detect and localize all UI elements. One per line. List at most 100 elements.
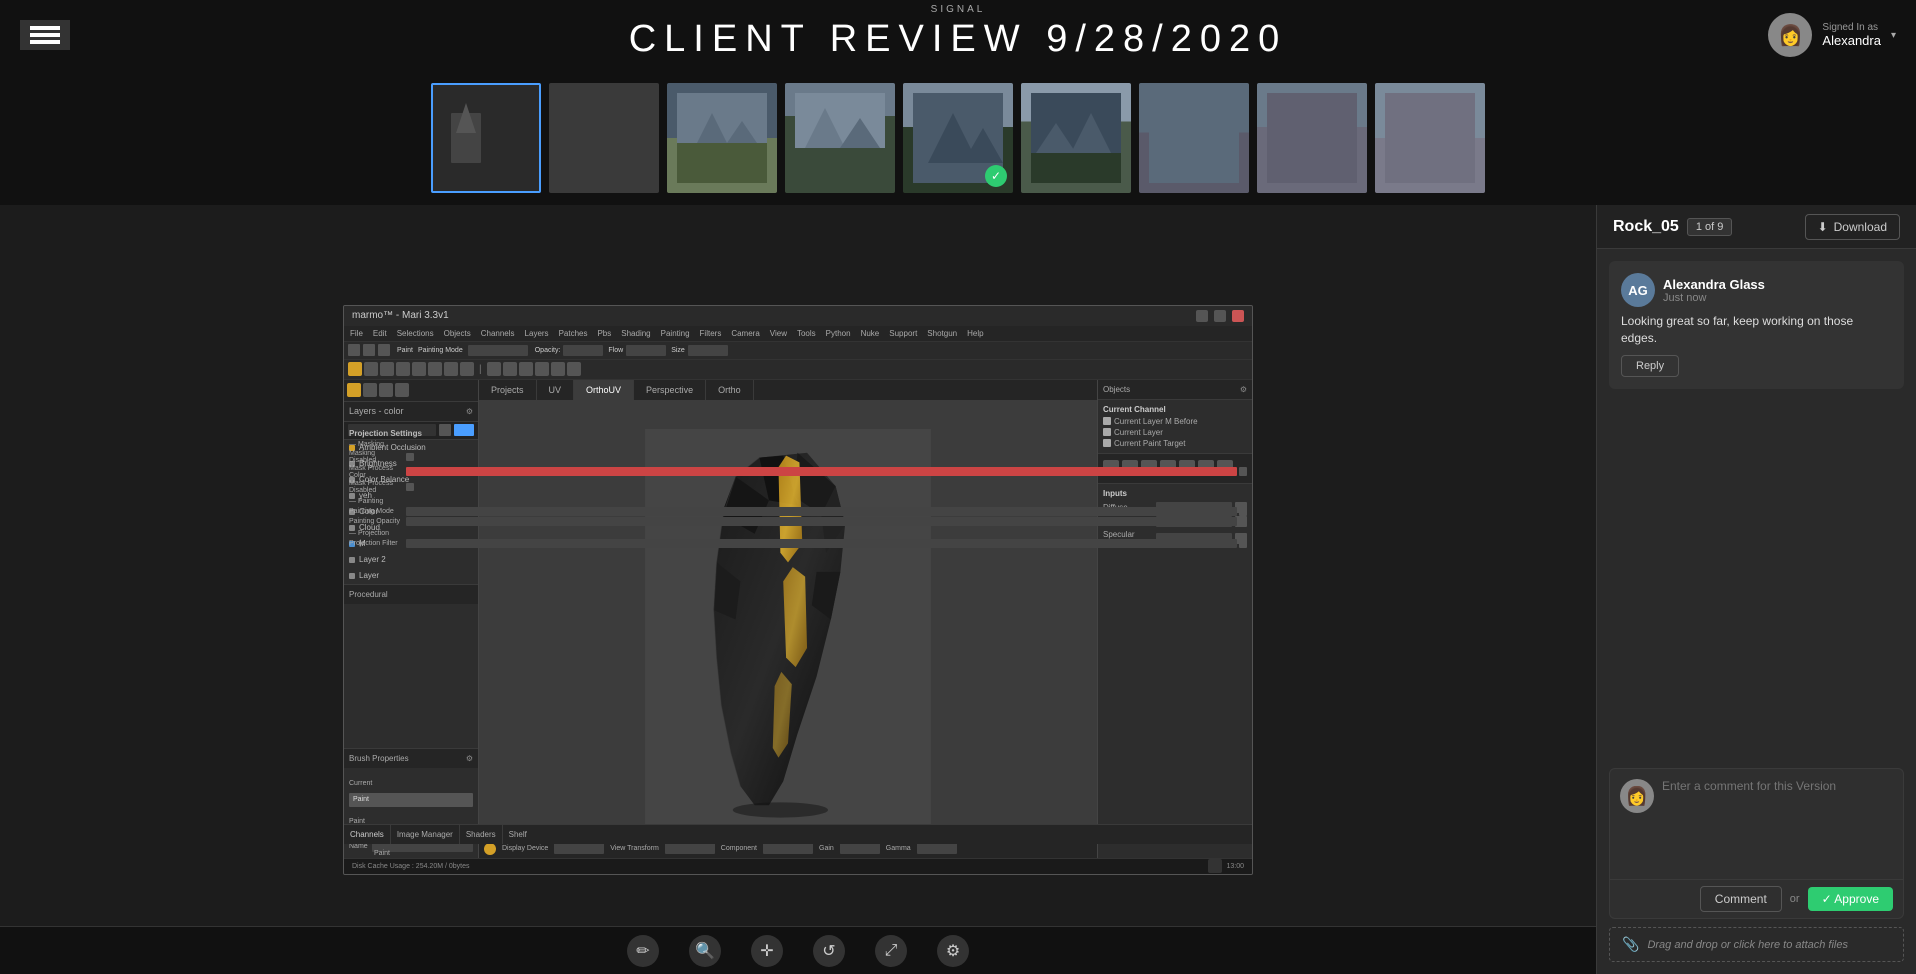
download-button[interactable]: ⬇ Download (1805, 214, 1900, 240)
user-section[interactable]: 👩 Signed In as Alexandra ▾ (1768, 13, 1896, 57)
menu-shotgun[interactable]: Shotgun (927, 329, 957, 338)
menu-help[interactable]: Help (967, 329, 983, 338)
component-select[interactable] (763, 843, 813, 854)
component-label: Component (721, 845, 757, 852)
flatten-tool[interactable] (428, 362, 442, 376)
eraser-tool[interactable] (380, 362, 394, 376)
menu-painting[interactable]: Painting (661, 329, 690, 338)
view-transform-select[interactable] (665, 843, 715, 854)
user-info: Signed In as Alexandra (1822, 22, 1881, 48)
thumbnail-3[interactable] (667, 83, 777, 193)
tool-new[interactable] (348, 344, 360, 356)
maximize-btn[interactable] (1214, 310, 1226, 322)
brush-tool[interactable] (364, 362, 378, 376)
comment-time: Just now (1663, 292, 1765, 304)
thumbnail-6[interactable] (1021, 83, 1131, 193)
transform-tool[interactable] (460, 362, 474, 376)
commenter-avatar: AG (1621, 273, 1655, 307)
refresh-tool-btn[interactable]: ↺ (813, 935, 845, 967)
search-tool-btn[interactable]: 🔍 (689, 935, 721, 967)
color-swatch[interactable] (348, 362, 362, 376)
thumbnail-5[interactable]: ✓ (903, 83, 1013, 193)
thumbnail-9[interactable] (1375, 83, 1485, 193)
menu-tools[interactable]: Tools (797, 329, 816, 338)
search-icon: 🔍 (695, 941, 715, 961)
layer-tool-2[interactable] (379, 383, 393, 397)
comment-item: AG Alexandra Glass Just now Looking grea… (1609, 261, 1904, 389)
tab-perspective[interactable]: Perspective (634, 380, 706, 400)
menu-shading[interactable]: Shading (621, 329, 650, 338)
painting-mode-dropdown[interactable] (468, 345, 528, 356)
additional-tool-1[interactable] (487, 362, 501, 376)
comment-thread: AG Alexandra Glass Just now Looking grea… (1597, 249, 1916, 768)
menu-python[interactable]: Python (826, 329, 851, 338)
additional-tool-2[interactable] (503, 362, 517, 376)
comment-submit-button[interactable]: Comment (1700, 886, 1782, 912)
size-input[interactable] (688, 345, 728, 356)
menu-edit[interactable]: Edit (373, 329, 387, 338)
user-menu-chevron[interactable]: ▾ (1891, 30, 1896, 41)
display-device-label: Display Device (502, 845, 548, 852)
smear-tool[interactable] (412, 362, 426, 376)
menu-patches[interactable]: Patches (559, 329, 588, 338)
layer-tool-1[interactable] (363, 383, 377, 397)
tool-save[interactable] (378, 344, 390, 356)
flow-input[interactable] (626, 345, 666, 356)
layer-tool-3[interactable] (395, 383, 409, 397)
refresh-icon: ↺ (822, 941, 835, 961)
menu-objects[interactable]: Objects (444, 329, 471, 338)
menu-pbs[interactable]: Pbs (597, 329, 611, 338)
menu-camera[interactable]: Camera (731, 329, 759, 338)
select-tool[interactable] (444, 362, 458, 376)
approve-button[interactable]: ✓ Approve (1808, 887, 1893, 911)
brand-name: SIGNAL (931, 4, 986, 15)
menu-support[interactable]: Support (889, 329, 917, 338)
additional-tool-4[interactable] (535, 362, 549, 376)
pencil-tool-btn[interactable]: ✏ (627, 935, 659, 967)
additional-tool-5[interactable] (551, 362, 565, 376)
avatar: 👩 (1768, 13, 1812, 57)
input-user-avatar: 👩 (1620, 779, 1654, 813)
tab-uv[interactable]: UV (537, 380, 575, 400)
thumbnail-7[interactable] (1139, 83, 1249, 193)
thumbnail-2[interactable] (549, 83, 659, 193)
status-icon-1[interactable] (1208, 859, 1222, 873)
layers-options[interactable]: ⚙ (466, 407, 473, 416)
additional-tool-3[interactable] (519, 362, 533, 376)
crosshair-tool-btn[interactable]: ✛ (751, 935, 783, 967)
attach-files-area[interactable]: 📎 Drag and drop or click here to attach … (1609, 927, 1904, 962)
thumbnail-8[interactable] (1257, 83, 1367, 193)
additional-tool-6[interactable] (567, 362, 581, 376)
close-btn[interactable] (1232, 310, 1244, 322)
crosshair-icon: ✛ (760, 941, 773, 961)
expand-tool-btn[interactable]: ⤢ (875, 935, 907, 967)
tab-projects[interactable]: Projects (479, 380, 537, 400)
minimize-btn[interactable] (1196, 310, 1208, 322)
menu-view[interactable]: View (770, 329, 787, 338)
gain-input[interactable] (840, 843, 880, 854)
layer-color[interactable] (347, 383, 361, 397)
display-device-select[interactable] (554, 843, 604, 854)
menu-channels[interactable]: Channels (481, 329, 515, 338)
thumbnail-1[interactable] (431, 83, 541, 193)
menu-nuke[interactable]: Nuke (861, 329, 880, 338)
comment-textarea[interactable] (1662, 779, 1893, 869)
or-label: or (1790, 893, 1800, 905)
properties-header: Objects ⚙ (1098, 380, 1252, 400)
settings-tool-btn[interactable]: ⚙ (937, 935, 969, 967)
properties-title: Objects (1103, 385, 1130, 394)
menu-file[interactable]: File (350, 329, 363, 338)
tab-orthouv[interactable]: OrthoUV (574, 380, 634, 400)
properties-options[interactable]: ⚙ (1240, 385, 1247, 394)
menu-filters[interactable]: Filters (700, 329, 722, 338)
view-transform-label: View Transform (610, 845, 659, 852)
menu-layers[interactable]: Layers (525, 329, 549, 338)
gamma-input[interactable] (917, 843, 957, 854)
tool-open[interactable] (363, 344, 375, 356)
tab-ortho[interactable]: Ortho (706, 380, 754, 400)
clone-tool[interactable] (396, 362, 410, 376)
thumbnail-4[interactable] (785, 83, 895, 193)
opacity-input[interactable] (563, 345, 603, 356)
menu-selections[interactable]: Selections (397, 329, 434, 338)
reply-button[interactable]: Reply (1621, 355, 1679, 377)
